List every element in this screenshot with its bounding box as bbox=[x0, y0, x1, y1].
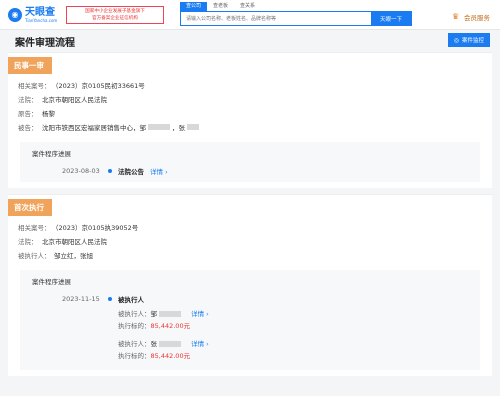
executed-detail: 被执行人：张 详情 › 执行标的：85,442.00元 bbox=[118, 340, 209, 360]
search-box: 天眼一下 bbox=[180, 11, 412, 26]
executed-person-row: 被执行人： 邹立红，张旭 bbox=[18, 252, 93, 260]
vip-label: 会员服务 bbox=[464, 14, 490, 22]
tab-boss[interactable]: 查老板 bbox=[207, 2, 234, 11]
court-name: 北京市朝阳区人民法院 bbox=[42, 96, 107, 104]
case-number: （2023）京0105民初33661号 bbox=[52, 82, 145, 90]
defendant-company-link[interactable]: 沈阳市铁西区宏福家居销售中心 bbox=[42, 122, 133, 132]
progress-item-title: 法院公告 bbox=[118, 168, 144, 176]
case-monitor-button[interactable]: ◎ 案件监控 bbox=[447, 33, 490, 47]
case-number-row: 相关案号： （2023）京0105执39052号 bbox=[18, 224, 139, 232]
tab-relation[interactable]: 查关系 bbox=[234, 2, 261, 11]
executed-person-name: 邹 bbox=[150, 310, 158, 318]
monitor-icon: ◎ bbox=[453, 36, 459, 44]
execution-card: 首次执行 相关案号： （2023）京0105执39052号 法院： 北京市朝阳区… bbox=[8, 194, 492, 376]
crown-icon: ♛ bbox=[452, 12, 460, 21]
progress-date: 2023-11-15 bbox=[62, 295, 100, 303]
page-title-bar: 案件审理流程 ◎ 案件监控 bbox=[0, 30, 500, 52]
executed-person-name: 张 bbox=[150, 340, 158, 348]
section-tag-execution: 首次执行 bbox=[8, 199, 52, 216]
redacted-name bbox=[159, 341, 181, 347]
executed-detail: 被执行人：邹 详情 › 执行标的：85,442.00元 bbox=[118, 310, 209, 330]
chevron-right-icon: › bbox=[206, 310, 209, 318]
section-tag-first-trial: 民事一审 bbox=[8, 57, 52, 74]
chevron-right-icon: › bbox=[206, 340, 209, 348]
court-row: 法院： 北京市朝阳区人民法院 bbox=[18, 96, 107, 104]
progress-date: 2023-08-03 bbox=[62, 167, 100, 175]
search-button[interactable]: 天眼一下 bbox=[371, 12, 411, 25]
progress-item-title: 被执行人 bbox=[118, 296, 144, 304]
execution-amount: 85,442.00元 bbox=[150, 352, 191, 360]
page-title: 案件审理流程 bbox=[15, 37, 75, 49]
logo-domain: TianYancha.com bbox=[25, 17, 58, 23]
details-link[interactable]: 详情 › bbox=[191, 310, 209, 318]
top-header: ◉ 天眼查 TianYancha.com 国家中小企业发展子基金旗下 官方备案企… bbox=[0, 0, 500, 30]
progress-title: 案件程序进展 bbox=[32, 150, 71, 158]
court-name: 北京市朝阳区人民法院 bbox=[42, 238, 107, 246]
credit-banner: 国家中小企业发展子基金旗下 官方备案企业征信机构 bbox=[66, 5, 164, 24]
execution-amount: 85,442.00元 bbox=[150, 322, 191, 330]
first-trial-card: 民事一审 相关案号： （2023）京0105民初33661号 法院： 北京市朝阳… bbox=[8, 52, 492, 188]
details-link[interactable]: 详情 › bbox=[150, 166, 168, 176]
timeline-dot-icon bbox=[108, 297, 112, 301]
executed-persons: 邹立红，张旭 bbox=[54, 252, 93, 260]
redacted-name bbox=[148, 124, 170, 130]
tab-company[interactable]: 查公司 bbox=[180, 2, 208, 11]
chevron-right-icon: › bbox=[165, 168, 168, 176]
plaintiff-row: 原告： 杨黎 bbox=[18, 110, 55, 118]
progress-item: 2023-08-03 法院公告 详情 › bbox=[32, 166, 468, 176]
redacted-name bbox=[187, 124, 199, 130]
defendant-row: 被告： 沈阳市铁西区宏福家居销售中心 ， 邹 ，张 bbox=[8, 120, 492, 134]
court-row: 法院： 北京市朝阳区人民法院 bbox=[18, 238, 107, 246]
search-area: 查公司 查老板 查关系 天眼一下 bbox=[180, 2, 412, 26]
case-number: （2023）京0105执39052号 bbox=[52, 224, 139, 232]
logo-text: 天眼查 bbox=[25, 6, 55, 18]
vip-service-link[interactable]: ♛ 会员服务 bbox=[452, 12, 490, 23]
search-input[interactable] bbox=[181, 12, 371, 25]
timeline-dot-icon bbox=[108, 169, 112, 173]
search-tabs: 查公司 查老板 查关系 bbox=[180, 2, 412, 11]
plaintiff-name: 杨黎 bbox=[42, 110, 55, 118]
site-logo[interactable]: ◉ 天眼查 TianYancha.com bbox=[8, 7, 62, 23]
case-progress-panel: 案件程序进展 2023-08-03 法院公告 详情 › bbox=[20, 142, 480, 182]
details-link[interactable]: 详情 › bbox=[191, 340, 209, 348]
defendant-person: ，张 bbox=[172, 124, 185, 132]
case-progress-panel: 案件程序进展 2023-11-15 被执行人 被执行人：邹 详情 › 执行标的：… bbox=[20, 270, 480, 370]
redacted-name bbox=[159, 311, 181, 317]
logo-eye-icon: ◉ bbox=[8, 7, 22, 22]
case-number-row: 相关案号： （2023）京0105民初33661号 bbox=[18, 82, 145, 90]
defendant-person: 邹 bbox=[139, 124, 147, 132]
progress-item: 2023-11-15 被执行人 bbox=[32, 294, 468, 304]
progress-title: 案件程序进展 bbox=[32, 278, 71, 286]
